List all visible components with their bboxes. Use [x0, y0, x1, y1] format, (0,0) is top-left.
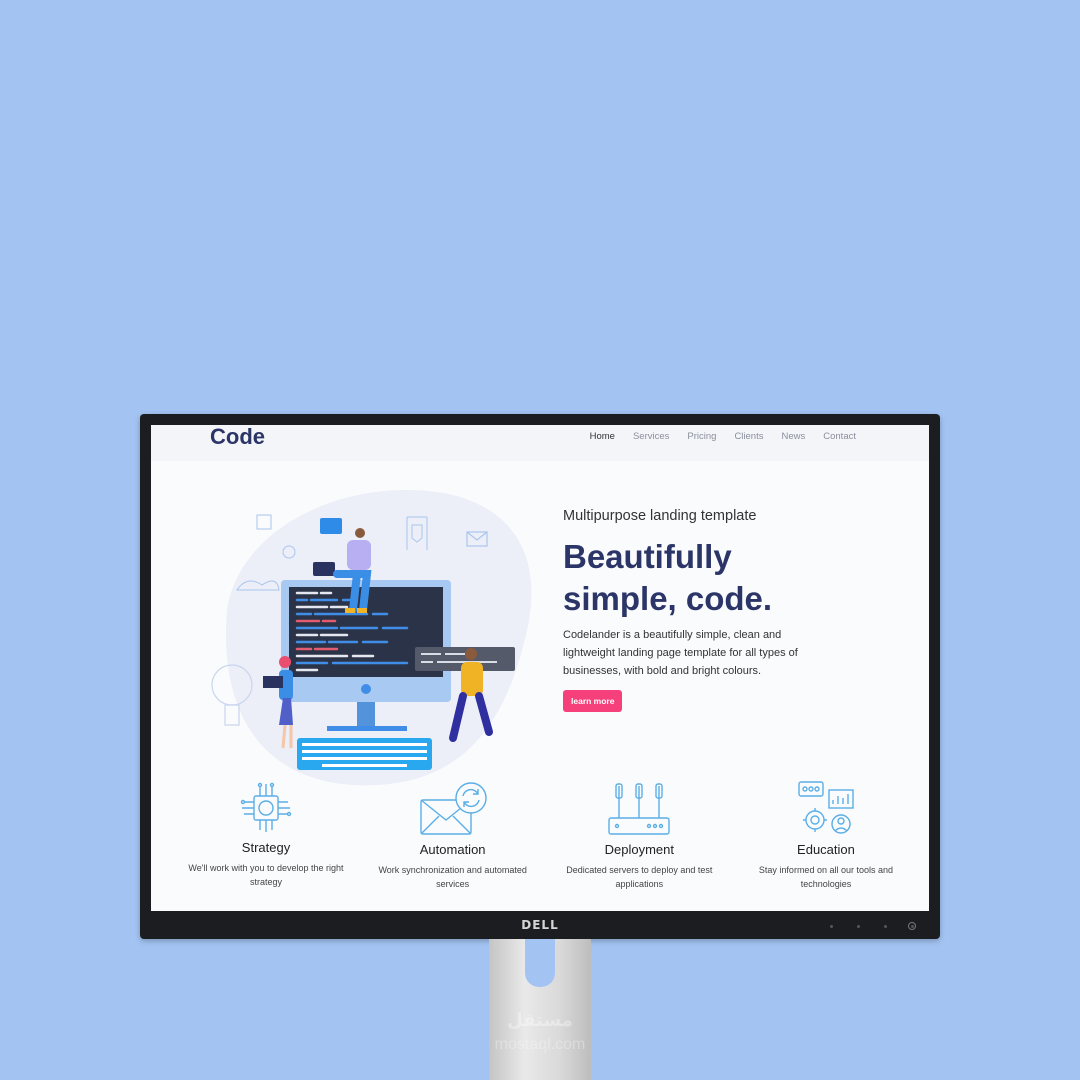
feature-title: Education	[797, 842, 855, 857]
hero-text: Multipurpose landing template Beautifull…	[563, 508, 843, 712]
education-icon	[798, 781, 854, 834]
monitor-button[interactable]	[884, 925, 887, 928]
chip-icon	[240, 782, 292, 832]
watermark-logo: مستقل	[507, 1010, 573, 1030]
feature-description: Dedicated servers to deploy and test app…	[566, 865, 713, 889]
monitor: Code Home Services Pricing Clients News …	[140, 414, 940, 939]
router-icon	[608, 783, 671, 835]
watermark-url: mostaql.com	[494, 1036, 586, 1053]
monitor-stand-slot	[525, 939, 555, 987]
power-button-icon[interactable]	[908, 922, 916, 930]
monitor-brand-logo: DELL	[521, 918, 559, 932]
site-logo[interactable]: Code	[210, 425, 265, 449]
hero-headline-line2: simple, code.	[563, 580, 773, 617]
feature-deployment: Deployment Dedicated servers to deploy a…	[554, 780, 724, 891]
hero-headline: Beautifully simple, code.	[563, 536, 843, 620]
feature-description: Stay informed on all our tools and techn…	[758, 865, 893, 889]
feature-title: Strategy	[241, 840, 291, 855]
navbar: Code Home Services Pricing Clients News …	[151, 425, 929, 461]
website-screen: Code Home Services Pricing Clients News …	[151, 425, 929, 911]
feature-title: Automation	[419, 842, 486, 857]
feature-description: Work synchronization and automated servi…	[378, 865, 527, 889]
monitor-button[interactable]	[830, 925, 833, 928]
nav-item-pricing[interactable]: Pricing	[687, 431, 716, 442]
learn-more-button[interactable]: learn more	[563, 690, 623, 712]
hero-headline-line1: Beautifully	[563, 538, 732, 575]
feature-education: Education Stay informed on all our tools…	[741, 780, 911, 891]
features-section: Strategy We'll work with you to develop …	[181, 780, 911, 891]
feature-title: Deployment	[604, 842, 674, 857]
nav-item-contact[interactable]: Contact	[823, 431, 856, 442]
hero-illustration	[211, 490, 532, 786]
feature-automation: Automation Work synchronization and auto…	[368, 780, 538, 891]
nav-menu: Home Services Pricing Clients News Conta…	[590, 431, 856, 442]
feature-description: We'll work with you to develop the right…	[188, 863, 344, 887]
hero-subtitle: Multipurpose landing template	[563, 508, 757, 524]
nav-item-services[interactable]: Services	[633, 431, 669, 442]
monitor-button[interactable]	[857, 925, 860, 928]
nav-item-news[interactable]: News	[781, 431, 805, 442]
nav-item-clients[interactable]: Clients	[734, 431, 763, 442]
monitor-buttons	[830, 925, 914, 928]
feature-strategy: Strategy We'll work with you to develop …	[181, 780, 351, 891]
nav-item-home[interactable]: Home	[590, 431, 615, 442]
mail-sync-icon	[419, 782, 487, 835]
hero-description: Codelander is a beautifully simple, clea…	[563, 629, 798, 677]
